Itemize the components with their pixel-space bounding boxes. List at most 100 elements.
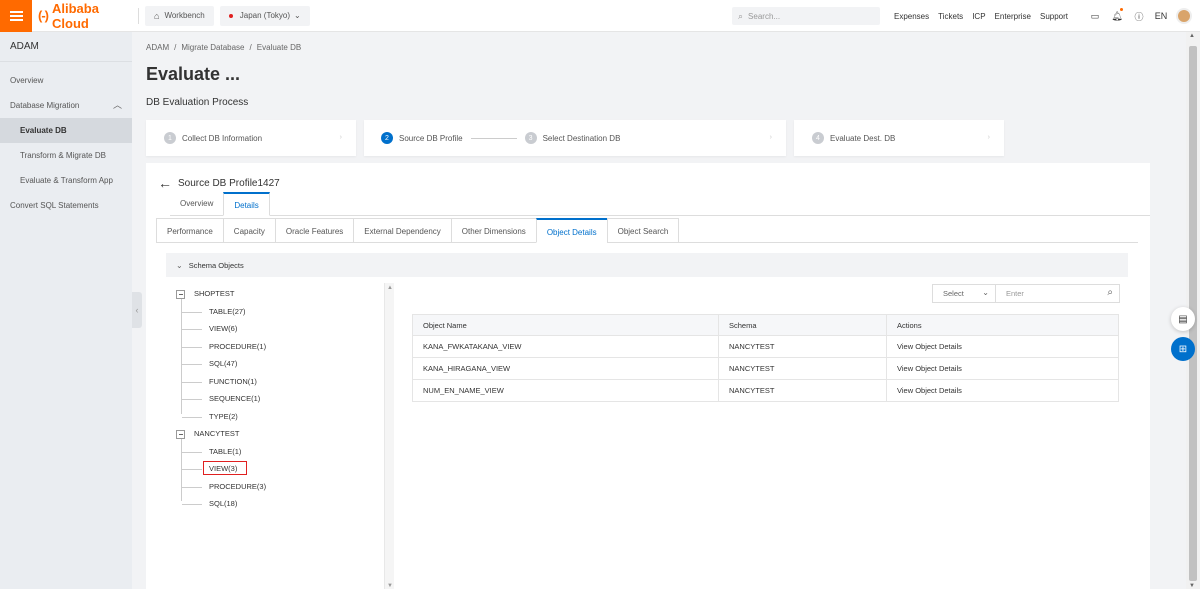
avatar[interactable] bbox=[1176, 8, 1192, 24]
tree-leaf[interactable]: SQL(18) bbox=[176, 495, 386, 513]
schema-objects-header[interactable]: ⌄ Schema Objects bbox=[166, 253, 1128, 277]
tree-node-nancytest[interactable]: NANCYTEST bbox=[176, 425, 386, 443]
tree-leaf-label: SEQUENCE(1) bbox=[209, 394, 261, 403]
expenses-link[interactable]: Expenses bbox=[894, 12, 929, 21]
apps-button[interactable]: ⊞ bbox=[1171, 337, 1195, 361]
view-object-details-link[interactable]: View Object Details bbox=[886, 335, 1119, 358]
tab-external-dependency[interactable]: External Dependency bbox=[353, 218, 451, 243]
hamburger-icon bbox=[9, 10, 23, 21]
step-label: Source DB Profile bbox=[399, 133, 463, 143]
back-arrow-icon[interactable]: ← bbox=[158, 175, 172, 191]
search-input[interactable]: ⌕ Search... bbox=[732, 7, 880, 25]
language-selector[interactable]: EN bbox=[1150, 11, 1172, 21]
step-source-db-profile[interactable]: 2 Source DB Profile 3 Select Destination… bbox=[364, 120, 786, 156]
sidebar-item-evaluate-db[interactable]: Evaluate DB bbox=[0, 118, 132, 143]
collapse-icon[interactable] bbox=[176, 430, 185, 439]
tree-leaf[interactable]: TABLE(1) bbox=[176, 443, 386, 461]
grid-icon: ⊞ bbox=[1178, 343, 1188, 355]
detail-subtabs: Performance Capacity Oracle Features Ext… bbox=[156, 218, 1138, 243]
notification-dot bbox=[1120, 7, 1123, 11]
scroll-down-icon[interactable]: ▼ bbox=[1189, 583, 1195, 589]
logo-mark: (-) bbox=[38, 8, 49, 23]
cell-object-name: KANA_FWKATAKANA_VIEW bbox=[412, 335, 719, 358]
schema-objects-label: Schema Objects bbox=[188, 260, 244, 270]
tab-overview[interactable]: Overview bbox=[170, 192, 223, 216]
column-header-schema: Schema bbox=[718, 314, 887, 336]
sidebar-item-transform-migrate-db[interactable]: Transform & Migrate DB bbox=[0, 143, 132, 168]
cell-schema: NANCYTEST bbox=[718, 379, 887, 402]
divider bbox=[138, 7, 139, 24]
tree-node-shoptest[interactable]: SHOPTEST bbox=[176, 285, 386, 303]
tab-object-details[interactable]: Object Details bbox=[535, 218, 607, 243]
view-object-details-link[interactable]: View Object Details bbox=[886, 357, 1119, 380]
tree-leaf[interactable]: PROCEDURE(3) bbox=[176, 478, 386, 496]
bell-icon[interactable]: 🔔︎ bbox=[1106, 7, 1128, 22]
tree-leaf[interactable]: SQL(47) bbox=[176, 355, 386, 373]
tab-capacity[interactable]: Capacity bbox=[222, 218, 275, 243]
scroll-up-icon[interactable]: ▲ bbox=[1189, 33, 1195, 39]
menu-button[interactable] bbox=[0, 0, 32, 32]
top-links: Expenses Tickets ICP Enterprise Support bbox=[894, 0, 1077, 32]
chevron-up-icon: ︿ bbox=[112, 100, 122, 110]
filter-input[interactable]: Enter ⌕ bbox=[996, 284, 1120, 303]
view-object-details-link[interactable]: View Object Details bbox=[886, 379, 1119, 402]
page-title: Evaluate ... bbox=[146, 64, 241, 84]
breadcrumb-adam[interactable]: ADAM bbox=[146, 43, 169, 52]
object-filter: Select ⌄ Enter ⌕ bbox=[932, 284, 1120, 303]
chevron-right-icon: › bbox=[987, 134, 990, 141]
table-header-row: Object Name Schema Actions bbox=[412, 314, 1119, 336]
sidebar-title: ADAM bbox=[0, 32, 132, 62]
feedback-button[interactable]: ▤ bbox=[1171, 307, 1195, 331]
alibaba-cloud-logo[interactable]: (-) Alibaba Cloud bbox=[38, 1, 134, 31]
sidebar-collapse-button[interactable]: ‹ bbox=[132, 292, 142, 328]
tree-leaf-label: PROCEDURE(3) bbox=[209, 481, 267, 491]
tree-leaf[interactable]: TABLE(27) bbox=[176, 303, 386, 321]
search-icon[interactable]: ⌕ bbox=[1107, 287, 1113, 298]
selection-highlight bbox=[203, 461, 247, 475]
sidebar-item-overview[interactable]: Overview bbox=[0, 68, 132, 93]
help-icon[interactable]: ⓘ bbox=[1128, 10, 1150, 23]
sidebar-item-evaluate-transform-app[interactable]: Evaluate & Transform App bbox=[0, 168, 132, 193]
scroll-down-icon[interactable]: ▼ bbox=[387, 583, 393, 589]
enterprise-link[interactable]: Enterprise bbox=[995, 12, 1031, 21]
tree-leaf[interactable]: SEQUENCE(1) bbox=[176, 390, 386, 408]
tab-details[interactable]: Details bbox=[223, 192, 270, 216]
breadcrumb-evaluate-db: Evaluate DB bbox=[256, 43, 302, 52]
collapse-icon[interactable] bbox=[176, 290, 185, 299]
breadcrumb-migrate-database[interactable]: Migrate Database bbox=[181, 43, 244, 52]
terminal-icon[interactable]: ▭ bbox=[1084, 11, 1106, 22]
tree-leaf[interactable]: PROCEDURE(1) bbox=[176, 338, 386, 356]
tree-leaf-label: PROCEDURE(1) bbox=[209, 341, 267, 351]
home-icon: ⌂ bbox=[154, 10, 160, 21]
workbench-button[interactable]: ⌂ Workbench bbox=[145, 5, 214, 26]
tab-other-dimensions[interactable]: Other Dimensions bbox=[450, 218, 536, 243]
tab-performance[interactable]: Performance bbox=[156, 218, 223, 243]
scroll-up-icon[interactable]: ▲ bbox=[387, 285, 393, 291]
sidebar-item-convert-sql[interactable]: Convert SQL Statements bbox=[0, 193, 132, 218]
step-evaluate-dest-db[interactable]: 4 Evaluate Dest. DB › bbox=[794, 120, 1004, 156]
section-label: DB Evaluation Process bbox=[146, 97, 249, 108]
tree-leaf[interactable]: TYPE(2) bbox=[176, 408, 386, 426]
sidebar-item-database-migration[interactable]: Database Migration ︿ bbox=[0, 93, 132, 118]
region-selector[interactable]: Japan (Tokyo) ⌄ bbox=[219, 5, 310, 26]
tab-oracle-features[interactable]: Oracle Features bbox=[274, 218, 354, 243]
tree-scrollbar[interactable]: ▲ ▼ bbox=[384, 283, 394, 589]
step-label: Select Destination DB bbox=[542, 133, 621, 143]
support-link[interactable]: Support bbox=[1040, 12, 1068, 21]
process-steps: 1 Collect DB Information › 2 Source DB P… bbox=[146, 120, 1004, 156]
sidebar: ADAM Overview Database Migration ︿ Evalu… bbox=[0, 32, 132, 589]
tree-leaf[interactable]: FUNCTION(1) bbox=[176, 373, 386, 391]
filter-select[interactable]: Select ⌄ bbox=[932, 284, 996, 303]
table-row: KANA_HIRAGANA_VIEW NANCYTEST View Object… bbox=[412, 357, 1119, 380]
tree-leaf-label: TABLE(27) bbox=[209, 306, 246, 316]
chevron-down-icon: ⌄ bbox=[294, 11, 301, 20]
step-collect-db-info[interactable]: 1 Collect DB Information › bbox=[146, 120, 356, 156]
icp-link[interactable]: ICP bbox=[972, 12, 985, 21]
step-number: 1 bbox=[164, 132, 176, 144]
tickets-link[interactable]: Tickets bbox=[938, 12, 963, 21]
logo-text: Alibaba Cloud bbox=[52, 0, 99, 31]
search-placeholder: Search... bbox=[748, 11, 781, 21]
step-number: 3 bbox=[524, 132, 537, 144]
tab-object-search[interactable]: Object Search bbox=[606, 218, 680, 243]
tree-leaf[interactable]: VIEW(6) bbox=[176, 320, 386, 338]
